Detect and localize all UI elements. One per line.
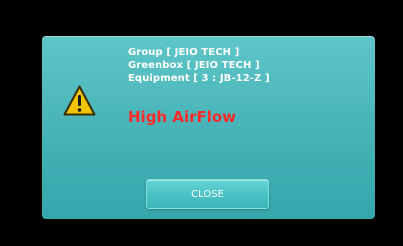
group-line: Group [ JEIO TECH ] [128, 47, 240, 58]
warning-icon [63, 85, 96, 116]
alarm-dialog: Group [ JEIO TECH ] Greenbox [ JEIO TECH… [42, 36, 375, 219]
alarm-message: High AirFlow [128, 108, 237, 126]
equipment-line: Equipment [ 3 : JB-12-Z ] [128, 73, 270, 84]
alarm-info: Group [ JEIO TECH ] Greenbox [ JEIO TECH… [128, 46, 270, 85]
greenbox-line: Greenbox [ JEIO TECH ] [128, 60, 260, 71]
screen-background: Group [ JEIO TECH ] Greenbox [ JEIO TECH… [0, 0, 403, 246]
close-button[interactable]: CLOSE [146, 179, 269, 209]
